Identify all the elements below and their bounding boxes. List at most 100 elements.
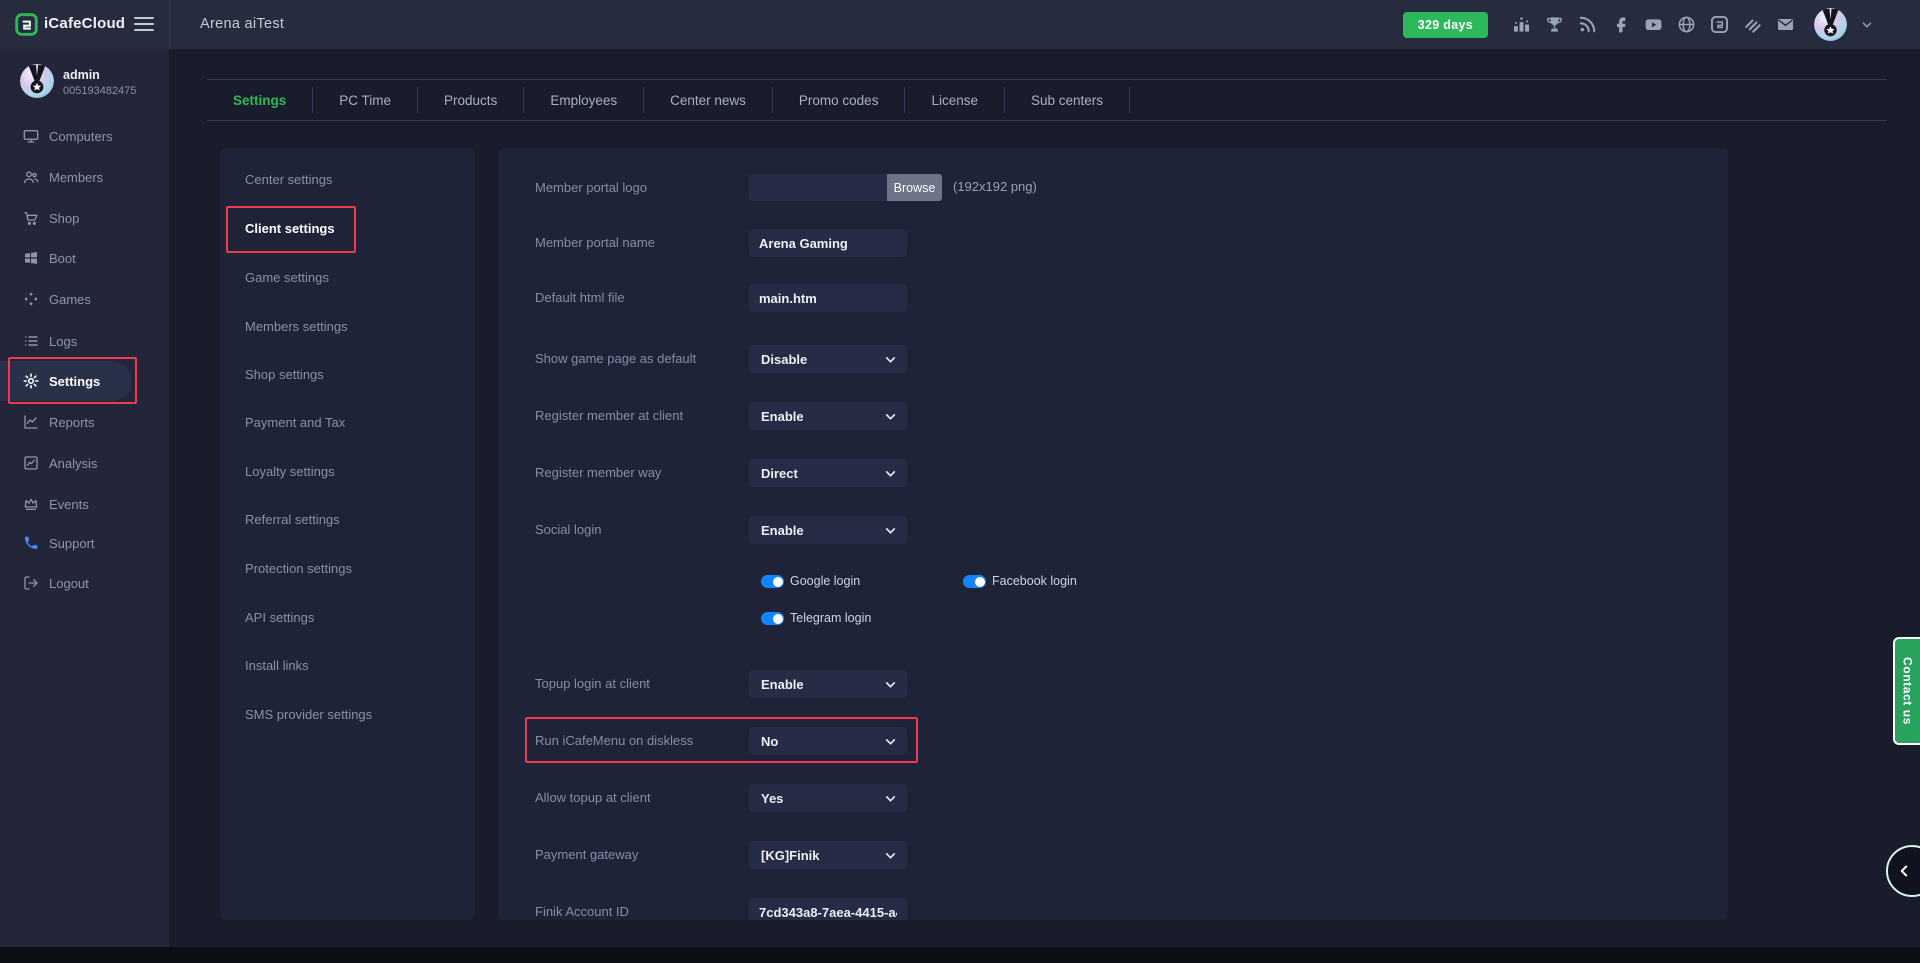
sidebar-avatar bbox=[20, 64, 54, 98]
submenu-loyalty-settings[interactable]: Loyalty settings bbox=[220, 460, 475, 484]
page-title: Arena aiTest bbox=[200, 16, 284, 32]
select-value: [KG]Finik bbox=[761, 848, 820, 863]
select-value: No bbox=[761, 734, 778, 749]
field-label: Member portal logo bbox=[535, 179, 647, 197]
submenu-api-settings[interactable]: API settings bbox=[220, 606, 475, 630]
chevron-down-icon bbox=[884, 735, 897, 748]
chevron-down-icon bbox=[884, 467, 897, 480]
rss-icon[interactable] bbox=[1577, 15, 1597, 35]
module-tabs: Settings PC Time Products Employees Cent… bbox=[207, 79, 1886, 121]
facebook-login-label: Facebook login bbox=[992, 573, 1077, 589]
sidebar-item-shop[interactable]: Shop bbox=[0, 203, 169, 233]
submenu-members-settings[interactable]: Members settings bbox=[220, 315, 475, 339]
tab-license[interactable]: License bbox=[905, 80, 1004, 120]
tab-sub-centers[interactable]: Sub centers bbox=[1005, 80, 1129, 120]
sidebar-item-support[interactable]: Support bbox=[0, 528, 169, 558]
license-days-badge[interactable]: 329 days bbox=[1403, 12, 1488, 38]
telegram-login-toggle[interactable] bbox=[761, 612, 784, 625]
sidebar-item-label: Shop bbox=[49, 211, 79, 226]
social-login-select[interactable]: Enable bbox=[749, 516, 907, 544]
browse-button[interactable]: Browse bbox=[887, 174, 942, 201]
user-name: admin bbox=[63, 68, 100, 82]
tab-pc-time[interactable]: PC Time bbox=[313, 80, 417, 120]
tab-products[interactable]: Products bbox=[418, 80, 523, 120]
sidebar-item-logs[interactable]: Logs bbox=[0, 326, 169, 356]
user-block: admin 005193482475 bbox=[0, 49, 169, 119]
list-icon bbox=[23, 333, 39, 349]
sidebar-item-members[interactable]: Members bbox=[0, 162, 169, 192]
field-label: Member portal name bbox=[535, 234, 655, 252]
topup-login-at-client-select[interactable]: Enable bbox=[749, 670, 907, 698]
trophy-icon[interactable] bbox=[1544, 15, 1564, 35]
sidebar: admin 005193482475 Computers Members Sho… bbox=[0, 49, 169, 947]
select-value: Direct bbox=[761, 466, 798, 481]
register-member-way-select[interactable]: Direct bbox=[749, 459, 907, 487]
chat-collapse-button[interactable] bbox=[1886, 845, 1920, 897]
user-id: 005193482475 bbox=[63, 85, 136, 97]
icafecloud-icon[interactable] bbox=[1709, 15, 1729, 35]
facebook-login-toggle[interactable] bbox=[963, 575, 986, 588]
submenu-client-settings[interactable]: Client settings bbox=[220, 217, 475, 241]
show-game-page-select[interactable]: Disable bbox=[749, 345, 907, 373]
submenu-game-settings[interactable]: Game settings bbox=[220, 266, 475, 290]
chevron-down-icon[interactable] bbox=[1860, 18, 1874, 32]
sidebar-item-analysis[interactable]: Analysis bbox=[0, 448, 169, 478]
mail-icon[interactable] bbox=[1775, 15, 1795, 35]
run-icafemenu-on-diskless-select[interactable]: No bbox=[749, 727, 907, 755]
member-portal-logo-file-input[interactable]: Browse bbox=[749, 174, 942, 201]
ranking-icon[interactable] bbox=[1511, 15, 1531, 35]
sidebar-item-label: Computers bbox=[49, 129, 113, 144]
chevron-down-icon bbox=[884, 678, 897, 691]
allow-topup-at-client-select[interactable]: Yes bbox=[749, 784, 907, 812]
layers-icon[interactable] bbox=[1742, 15, 1762, 35]
gear-icon bbox=[23, 373, 39, 389]
facebook-icon[interactable] bbox=[1610, 15, 1630, 35]
sidebar-item-computers[interactable]: Computers bbox=[0, 121, 169, 151]
contact-us-button[interactable]: Contact us bbox=[1893, 637, 1920, 745]
submenu-sms-provider-settings[interactable]: SMS provider settings bbox=[220, 703, 475, 727]
menu-toggle-button[interactable] bbox=[134, 17, 154, 33]
tab-center-news[interactable]: Center news bbox=[644, 80, 772, 120]
register-member-at-client-select[interactable]: Enable bbox=[749, 402, 907, 430]
sidebar-item-label: Support bbox=[49, 536, 95, 551]
sidebar-item-games[interactable]: Games bbox=[0, 284, 169, 314]
member-portal-name-input[interactable] bbox=[749, 229, 907, 257]
submenu-shop-settings[interactable]: Shop settings bbox=[220, 363, 475, 387]
sidebar-item-label: Analysis bbox=[49, 456, 97, 471]
sidebar-item-label: Boot bbox=[49, 251, 76, 266]
icafecloud-app: iCafeCloud Arena aiTest 329 days bbox=[0, 0, 1920, 963]
sidebar-item-events[interactable]: Events bbox=[0, 489, 169, 519]
users-icon bbox=[23, 169, 39, 185]
google-login-toggle[interactable] bbox=[761, 575, 784, 588]
sidebar-item-boot[interactable]: Boot bbox=[0, 243, 169, 273]
finik-account-id-input[interactable] bbox=[749, 898, 907, 920]
sidebar-item-reports[interactable]: Reports bbox=[0, 407, 169, 437]
logo-size-hint: (192x192 png) bbox=[953, 179, 1037, 194]
youtube-icon[interactable] bbox=[1643, 15, 1663, 35]
monitor-icon bbox=[23, 128, 39, 144]
submenu-install-links[interactable]: Install links bbox=[220, 654, 475, 678]
sidebar-item-label: Members bbox=[49, 170, 103, 185]
brand-name: iCafeCloud bbox=[44, 15, 125, 32]
submenu-payment-and-tax[interactable]: Payment and Tax bbox=[220, 411, 475, 435]
field-label: Register member way bbox=[535, 464, 661, 482]
submenu-referral-settings[interactable]: Referral settings bbox=[220, 508, 475, 532]
payment-gateway-select[interactable]: [KG]Finik bbox=[749, 841, 907, 869]
default-html-file-input[interactable] bbox=[749, 284, 907, 312]
user-avatar[interactable] bbox=[1814, 8, 1847, 41]
sidebar-item-logout[interactable]: Logout bbox=[0, 568, 169, 598]
tab-settings[interactable]: Settings bbox=[207, 80, 312, 120]
tab-employees[interactable]: Employees bbox=[524, 80, 643, 120]
submenu-center-settings[interactable]: Center settings bbox=[220, 168, 475, 192]
tab-promo-codes[interactable]: Promo codes bbox=[773, 80, 905, 120]
chevron-down-icon bbox=[884, 792, 897, 805]
field-label: Topup login at client bbox=[535, 675, 650, 693]
globe-icon[interactable] bbox=[1676, 15, 1696, 35]
submenu-protection-settings[interactable]: Protection settings bbox=[220, 557, 475, 581]
crown-icon bbox=[23, 496, 39, 512]
google-login-label: Google login bbox=[790, 573, 860, 589]
sidebar-item-label: Games bbox=[49, 292, 91, 307]
chevron-down-icon bbox=[884, 353, 897, 366]
sidebar-item-settings[interactable]: Settings bbox=[0, 366, 169, 396]
icafecloud-logo-icon bbox=[15, 13, 38, 36]
